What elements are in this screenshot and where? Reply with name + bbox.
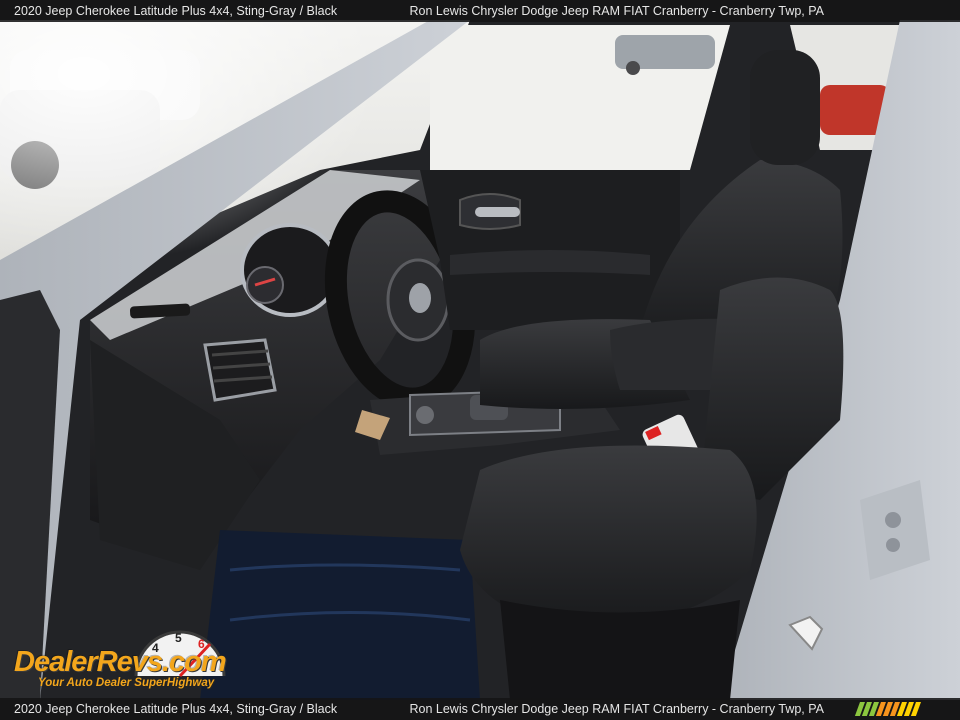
dealerrevs-watermark: 4 5 6 DealerRevs.com Your Auto Dealer Su…: [12, 624, 270, 694]
headrest-driver: [750, 50, 820, 165]
gauge-number: 5: [175, 631, 182, 645]
caption-bar-top: 2020 Jeep Cherokee Latitude Plus 4x4, St…: [0, 0, 960, 22]
dealer-caption: Ron Lewis Chrysler Dodge Jeep RAM FIAT C…: [409, 4, 825, 18]
caption-bar-bottom: 2020 Jeep Cherokee Latitude Plus 4x4, St…: [0, 698, 960, 720]
car-interior-photo: [0, 0, 960, 720]
rotary-knob: [416, 406, 434, 424]
vehicle-caption: 2020 Jeep Cherokee Latitude Plus 4x4, St…: [14, 702, 338, 716]
vehicle-caption: 2020 Jeep Cherokee Latitude Plus 4x4, St…: [14, 4, 338, 18]
interior-illustration: [0, 0, 960, 720]
door-handle: [475, 207, 520, 217]
watermark-brand: DealerRevs.com: [14, 646, 227, 678]
brand-stripes-icon: [854, 702, 921, 716]
air-vent-center: [203, 338, 277, 402]
watermark-tagline: Your Auto Dealer SuperHighway: [38, 677, 215, 689]
